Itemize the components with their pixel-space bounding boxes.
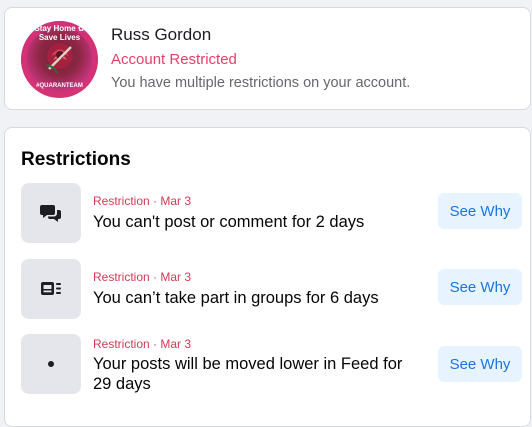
chat-bubbles-icon: [40, 205, 61, 222]
restriction-meta: Restriction · Mar 3: [93, 194, 192, 208]
avatar-frame-hashtag: #QUARANTEAM: [36, 83, 83, 89]
restriction-icon-tile: [21, 183, 81, 243]
see-why-button[interactable]: See Why: [438, 346, 522, 382]
avatar[interactable]: Stay Home ✿ Save Lives #QUARANTEAM: [21, 21, 98, 98]
restrictions-card: Restrictions Restriction · Mar 3 You can…: [4, 127, 531, 427]
restriction-title: You can’t take part in groups for 6 days: [93, 289, 379, 307]
groups-feed-icon: [41, 282, 61, 295]
restriction-meta: Restriction · Mar 3: [93, 337, 192, 351]
account-status-description: You have multiple restrictions on your a…: [111, 75, 411, 91]
section-title: Restrictions: [21, 149, 131, 170]
account-status: Account Restricted: [111, 51, 237, 68]
restriction-meta: Restriction · Mar 3: [93, 270, 192, 284]
restriction-icon-tile: [21, 334, 81, 394]
account-status-card: Stay Home ✿ Save Lives #QUARANTEAM Russ …: [4, 7, 531, 110]
restriction-icon-tile: [21, 259, 81, 319]
see-why-button[interactable]: See Why: [438, 269, 522, 305]
restriction-item: Restriction · Mar 3 Your posts will be m…: [21, 334, 522, 394]
see-why-button[interactable]: See Why: [438, 193, 522, 229]
restriction-item: Restriction · Mar 3 You can't post or co…: [21, 183, 522, 243]
dot-icon: [48, 361, 54, 367]
rose-icon: [46, 43, 73, 74]
restriction-title: Your posts will be moved lower in Feed f…: [93, 355, 403, 393]
restriction-title: You can't post or comment for 2 days: [93, 213, 365, 231]
restriction-item: Restriction · Mar 3 You can’t take part …: [21, 259, 522, 319]
profile-name[interactable]: Russ Gordon: [111, 25, 211, 45]
